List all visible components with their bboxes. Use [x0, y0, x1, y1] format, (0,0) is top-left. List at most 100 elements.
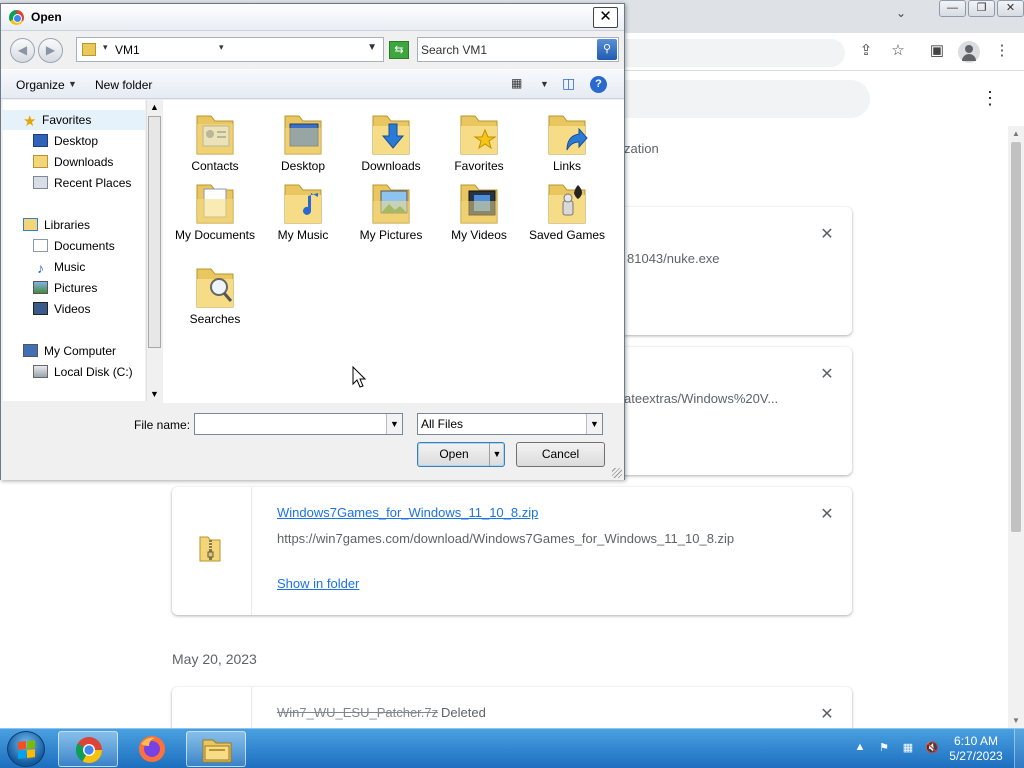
folder-desktop[interactable]: Desktop [261, 110, 345, 174]
breadcrumb-separator-icon[interactable]: ▾ [103, 42, 108, 53]
resize-grip[interactable] [612, 468, 622, 478]
downloads-folder-icon [33, 155, 48, 168]
breadcrumb-vm1[interactable]: VM1 [115, 43, 140, 57]
action-center-alert-icon[interactable]: ⚑ [876, 741, 892, 754]
show-hidden-icons-icon[interactable]: ▲ [852, 741, 868, 753]
tree-item-label: Downloads [54, 155, 114, 169]
navigation-scrollbar[interactable]: ▲ ▼ [146, 100, 162, 401]
bookmark-star-icon[interactable]: ☆ [888, 41, 908, 61]
folder-favorites[interactable]: Favorites [437, 110, 521, 174]
show-desktop-button[interactable] [1014, 729, 1024, 768]
search-box[interactable]: ⚲ [417, 37, 619, 62]
tree-item-downloads[interactable]: Downloads [33, 152, 113, 172]
refresh-icon[interactable]: ⇆ [389, 41, 409, 59]
links-folder-icon [548, 115, 588, 155]
favorites-folder-icon [460, 115, 498, 155]
profile-avatar[interactable] [958, 41, 980, 63]
folder-my-music[interactable]: My Music [261, 179, 345, 243]
file-type-dropdown-icon[interactable]: ▼ [586, 414, 602, 434]
address-breadcrumb[interactable]: ▾ VM1 ▾ ▼ [76, 37, 384, 62]
remove-download-icon[interactable]: ✕ [817, 364, 837, 384]
chrome-icon [9, 10, 24, 25]
tree-item-label: Pictures [54, 281, 98, 295]
remove-download-icon[interactable]: ✕ [817, 704, 837, 724]
tree-item-label: Videos [54, 302, 91, 316]
folder-my-documents[interactable]: My Documents [173, 179, 257, 243]
remove-download-icon[interactable]: ✕ [817, 504, 837, 524]
downloads-search-bar[interactable] [600, 80, 870, 118]
forward-button[interactable]: ▶ [38, 38, 63, 63]
videos-icon [33, 302, 48, 315]
show-in-folder-link[interactable]: Show in folder [277, 576, 359, 591]
tree-item-my-computer[interactable]: My Computer [23, 341, 116, 361]
dialog-close-button[interactable]: ✕ [593, 7, 618, 28]
chevron-down-icon[interactable]: ⌄ [896, 6, 906, 20]
remove-download-icon[interactable]: ✕ [817, 224, 837, 244]
scroll-down-arrow-icon[interactable]: ▼ [1012, 716, 1020, 725]
breadcrumb-separator-icon[interactable]: ▾ [219, 42, 224, 53]
view-options-icon[interactable]: ▦ [511, 76, 522, 90]
help-icon[interactable]: ? [590, 76, 607, 93]
file-name-combobox[interactable]: ▼ [194, 413, 403, 435]
tree-item-favorites[interactable]: ★ Favorites [3, 110, 145, 130]
folder-contacts[interactable]: Contacts [173, 110, 257, 174]
organize-button[interactable]: Organize [16, 78, 65, 92]
share-icon[interactable]: ⇪ [856, 41, 876, 61]
videos-folder-icon [460, 184, 498, 224]
taskbar-clock[interactable]: 6:10 AM 5/27/2023 [946, 734, 1006, 764]
page-scrollbar[interactable]: ▲ ▼ [1008, 126, 1024, 728]
libraries-icon [23, 218, 38, 231]
file-type-select[interactable]: All Files ▼ [417, 413, 603, 435]
chrome-menu-icon[interactable]: ⋮ [992, 41, 1012, 61]
taskbar-file-explorer[interactable] [186, 731, 246, 767]
side-panel-icon[interactable]: ▣ [927, 41, 947, 61]
open-button[interactable]: Open ▼ [417, 442, 505, 467]
scrollbar-thumb[interactable] [1011, 142, 1021, 532]
command-bar: Organize ▼ New folder ▦ ▼ ◫ ? [1, 69, 624, 99]
network-icon[interactable]: ▦ [900, 741, 916, 754]
tree-item-libraries[interactable]: Libraries [23, 215, 90, 235]
scrollbar-thumb[interactable] [148, 116, 161, 348]
folder-my-pictures[interactable]: My Pictures [349, 179, 433, 243]
taskbar-firefox[interactable] [122, 731, 182, 767]
volume-muted-icon[interactable]: 🔇 [924, 741, 940, 754]
downloads-menu-icon[interactable]: ⋮ [980, 88, 1000, 108]
folder-downloads[interactable]: Downloads [349, 110, 433, 174]
tree-item-label: Music [54, 260, 86, 274]
minimize-button[interactable]: — [939, 0, 966, 17]
close-window-button[interactable]: ✕ [997, 0, 1024, 17]
back-button[interactable]: ◀ [10, 38, 35, 63]
restore-button[interactable]: ❐ [968, 0, 995, 17]
tree-item-recent-places[interactable]: Recent Places [33, 173, 131, 193]
folder-my-videos[interactable]: My Videos [437, 179, 521, 243]
navigation-pane: ★ Favorites Desktop Downloads Recent Plac… [3, 100, 145, 401]
folder-saved-games[interactable]: Saved Games [525, 179, 609, 243]
chevron-down-icon[interactable]: ▼ [68, 79, 77, 89]
tree-item-local-disk[interactable]: Local Disk (C:) [33, 362, 133, 382]
view-dropdown-icon[interactable]: ▼ [540, 79, 549, 89]
folder-links[interactable]: Links [525, 110, 609, 174]
file-name-label: File name: [134, 418, 191, 432]
taskbar-chrome[interactable] [58, 731, 118, 767]
search-input[interactable] [421, 41, 596, 58]
tree-item-documents[interactable]: Documents [33, 236, 115, 256]
scroll-up-arrow-icon[interactable]: ▲ [1012, 129, 1020, 138]
new-folder-button[interactable]: New folder [95, 78, 152, 92]
tree-item-music[interactable]: ♪ Music [33, 257, 85, 277]
folder-searches[interactable]: Searches [173, 263, 257, 327]
address-history-dropdown-icon[interactable]: ▼ [367, 42, 377, 53]
file-name-input[interactable] [197, 416, 382, 432]
open-options-dropdown-icon[interactable]: ▼ [489, 443, 504, 466]
file-name-dropdown-icon[interactable]: ▼ [386, 414, 402, 434]
tree-item-desktop[interactable]: Desktop [33, 131, 98, 151]
download-filename-link[interactable]: Windows7Games_for_Windows_11_10_8.zip [277, 505, 538, 520]
cancel-button[interactable]: Cancel [516, 442, 605, 467]
scroll-down-arrow-icon[interactable]: ▼ [150, 389, 159, 399]
search-icon[interactable]: ⚲ [597, 39, 617, 60]
start-button[interactable] [7, 731, 45, 767]
firefox-icon [139, 736, 165, 762]
tree-item-videos[interactable]: Videos [33, 299, 90, 319]
preview-pane-icon[interactable]: ◫ [562, 75, 575, 92]
scroll-up-arrow-icon[interactable]: ▲ [150, 102, 159, 112]
tree-item-pictures[interactable]: Pictures [33, 278, 97, 298]
